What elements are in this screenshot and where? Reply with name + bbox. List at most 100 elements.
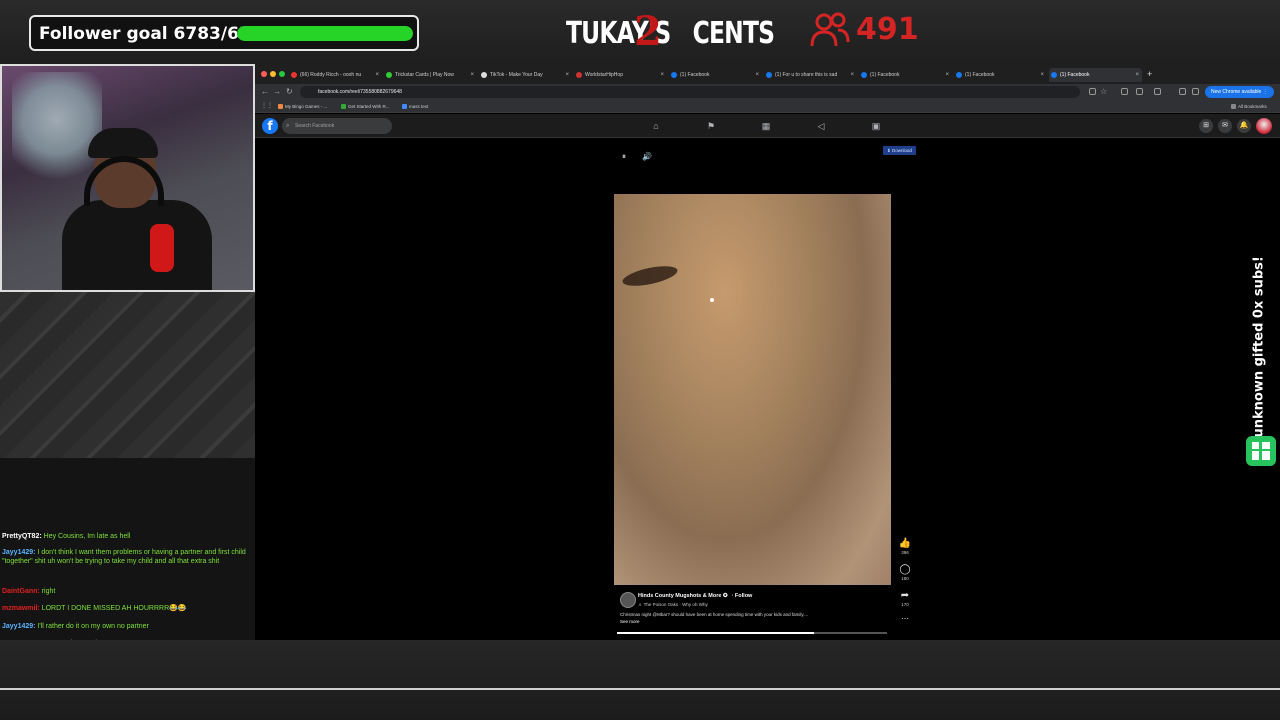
stream-overlay: Follower goal 6783/6500 TUKAY'S CENTS 2 … xyxy=(0,0,1280,720)
browser-toolbar: ← → ↻ facebook.com/reel/735580882679648 … xyxy=(255,84,1280,100)
tab-close-icon[interactable]: × xyxy=(1040,68,1044,82)
follow-button[interactable]: · Follow xyxy=(732,593,753,599)
gaming-icon[interactable]: ▣ xyxy=(869,119,883,133)
tab-label: (1) Facebook xyxy=(870,72,900,78)
comment-button[interactable]: ◯ 180 xyxy=(898,564,912,582)
account-avatar[interactable] xyxy=(620,592,636,608)
bookmark-item[interactable]: My Bingo Games - ... xyxy=(277,102,327,111)
close-window-button[interactable] xyxy=(261,71,267,77)
browser-tab[interactable]: WorldstarHipHop × xyxy=(574,68,667,82)
chat-username[interactable]: PrettyQT82: xyxy=(2,533,42,540)
extension-icon[interactable] xyxy=(1179,88,1186,95)
cap xyxy=(88,128,158,158)
tab-label: (1) Facebook xyxy=(1060,72,1090,78)
tab-favicon xyxy=(766,72,772,78)
bookmark-icon xyxy=(402,104,407,109)
bookmarks-bar: ⋮⋮ All Bookmarks My Bingo Games - ... Get… xyxy=(255,100,1280,113)
browser-tab[interactable]: (1) Facebook × xyxy=(1049,68,1142,82)
chat-text: LORDT I DONE MISSED AH HOURRRR😂😂 xyxy=(41,605,187,612)
tab-close-icon[interactable]: × xyxy=(470,68,474,82)
chat-username[interactable]: DaintGann: xyxy=(2,588,40,595)
chat-text: I don't think I want them problems or ha… xyxy=(2,549,246,565)
maximize-window-button[interactable] xyxy=(279,71,285,77)
notifications-icon[interactable]: 🔔 xyxy=(1237,119,1251,133)
extension-icon[interactable] xyxy=(1154,88,1161,95)
tab-close-icon[interactable]: × xyxy=(660,68,664,82)
divider xyxy=(0,688,1280,690)
bookmark-label: My Bingo Games - ... xyxy=(285,104,328,109)
chat-text: Hey Cousins, Im late as hell xyxy=(43,533,131,540)
facebook-search-input[interactable]: ⌕ Search Facebook xyxy=(282,118,392,134)
bookmark-item[interactable]: mass text xyxy=(401,102,428,111)
all-bookmarks[interactable]: All Bookmarks xyxy=(1230,102,1267,111)
browser-tab[interactable]: (66) Roddy Ricch - oooh nu × xyxy=(289,68,382,82)
see-more-link[interactable]: See more xyxy=(620,619,640,624)
home-icon[interactable]: ⌂ xyxy=(649,119,663,133)
reel-progress-bar[interactable] xyxy=(617,632,887,634)
viewers-icon xyxy=(810,12,850,47)
install-icon[interactable] xyxy=(1089,88,1096,95)
tab-favicon xyxy=(956,72,962,78)
pause-icon[interactable]: ⏸ xyxy=(622,152,626,162)
back-icon[interactable]: ← xyxy=(261,87,269,97)
download-button[interactable]: ⬇ Download xyxy=(883,146,917,155)
tab-label: Trickstar Cards | Play Now xyxy=(395,72,454,78)
reload-icon[interactable]: ↻ xyxy=(286,87,293,97)
chat-message: Jayy1429: I'll rather do it on my own no… xyxy=(2,622,262,631)
tab-label: (1) Facebook xyxy=(680,72,710,78)
browser-tab[interactable]: (1) Facebook × xyxy=(954,68,1047,82)
tab-close-icon[interactable]: × xyxy=(850,68,854,82)
tab-label: (1) For u to share this is sad xyxy=(775,72,838,78)
profile-icon[interactable] xyxy=(1192,88,1199,95)
bookmark-item[interactable]: Get Started With R... xyxy=(340,102,390,111)
tab-favicon xyxy=(386,72,392,78)
browser-tab[interactable]: (1) Facebook × xyxy=(859,68,952,82)
like-count: 396 xyxy=(901,550,909,555)
marketplace-icon[interactable]: ▦ xyxy=(759,119,773,133)
follower-goal-fill xyxy=(237,26,413,41)
browser-tab[interactable]: (1) Facebook × xyxy=(669,68,762,82)
reel-video[interactable] xyxy=(614,194,891,585)
chat-message: PrettyQT82: Hey Cousins, Im late as hell xyxy=(2,532,262,541)
browser-tab[interactable]: Trickstar Cards | Play Now × xyxy=(384,68,477,82)
tab-favicon xyxy=(861,72,867,78)
megaphone-icon[interactable]: ◁ xyxy=(814,119,828,133)
tab-close-icon[interactable]: × xyxy=(945,68,949,82)
gift-icon xyxy=(1246,436,1276,466)
forward-icon[interactable]: → xyxy=(273,87,281,97)
minimize-window-button[interactable] xyxy=(270,71,276,77)
mouse-cursor xyxy=(710,298,714,302)
browser-tab[interactable]: TikTok - Make Your Day × xyxy=(479,68,572,82)
browser-tab[interactable]: (1) For u to share this is sad × xyxy=(764,68,857,82)
new-chrome-available-button[interactable]: New Chrome available ⋮ xyxy=(1205,86,1274,98)
messenger-icon[interactable]: ✉ xyxy=(1218,119,1232,133)
tab-close-icon[interactable]: × xyxy=(375,68,379,82)
tab-close-icon[interactable]: × xyxy=(1135,68,1139,82)
new-tab-button[interactable]: + xyxy=(1147,68,1152,80)
extension-icon[interactable] xyxy=(1121,88,1128,95)
reel-music[interactable]: ♬ The Poison Oaks · Why oh Why xyxy=(638,602,708,607)
chat-username[interactable]: Jayy1429: xyxy=(2,623,35,630)
tab-favicon xyxy=(576,72,582,78)
reel-progress-fill xyxy=(617,632,815,634)
tab-close-icon[interactable]: × xyxy=(565,68,569,82)
more-options-icon[interactable]: ⋯ xyxy=(901,614,909,623)
apps-icon[interactable]: ⋮⋮ xyxy=(261,101,273,111)
sub-alert-text: unknown gifted 0x subs! xyxy=(1251,256,1267,438)
volume-icon[interactable]: 🔊 xyxy=(642,152,652,161)
chat-username[interactable]: Jayy1429: xyxy=(2,549,35,556)
bookmark-star-icon[interactable]: ☆ xyxy=(1100,87,1107,97)
address-bar[interactable]: facebook.com/reel/735580882679648 xyxy=(300,86,1080,98)
account-name[interactable]: Hinds County Mugshots & More ✪ · Follow xyxy=(638,593,752,599)
extension-icon[interactable] xyxy=(1136,88,1143,95)
tab-favicon xyxy=(481,72,487,78)
menu-grid-icon[interactable]: ⊞ xyxy=(1199,119,1213,133)
chat-username[interactable]: mzmawmil: xyxy=(2,605,40,612)
like-button[interactable]: 👍 396 xyxy=(898,538,912,556)
tab-close-icon[interactable]: × xyxy=(755,68,759,82)
flag-icon[interactable]: ⚑ xyxy=(704,119,718,133)
facebook-logo-icon[interactable]: f xyxy=(262,118,278,134)
comment-count: 180 xyxy=(901,576,909,581)
metal-plate-panel xyxy=(0,292,255,458)
profile-avatar[interactable] xyxy=(1256,118,1272,134)
